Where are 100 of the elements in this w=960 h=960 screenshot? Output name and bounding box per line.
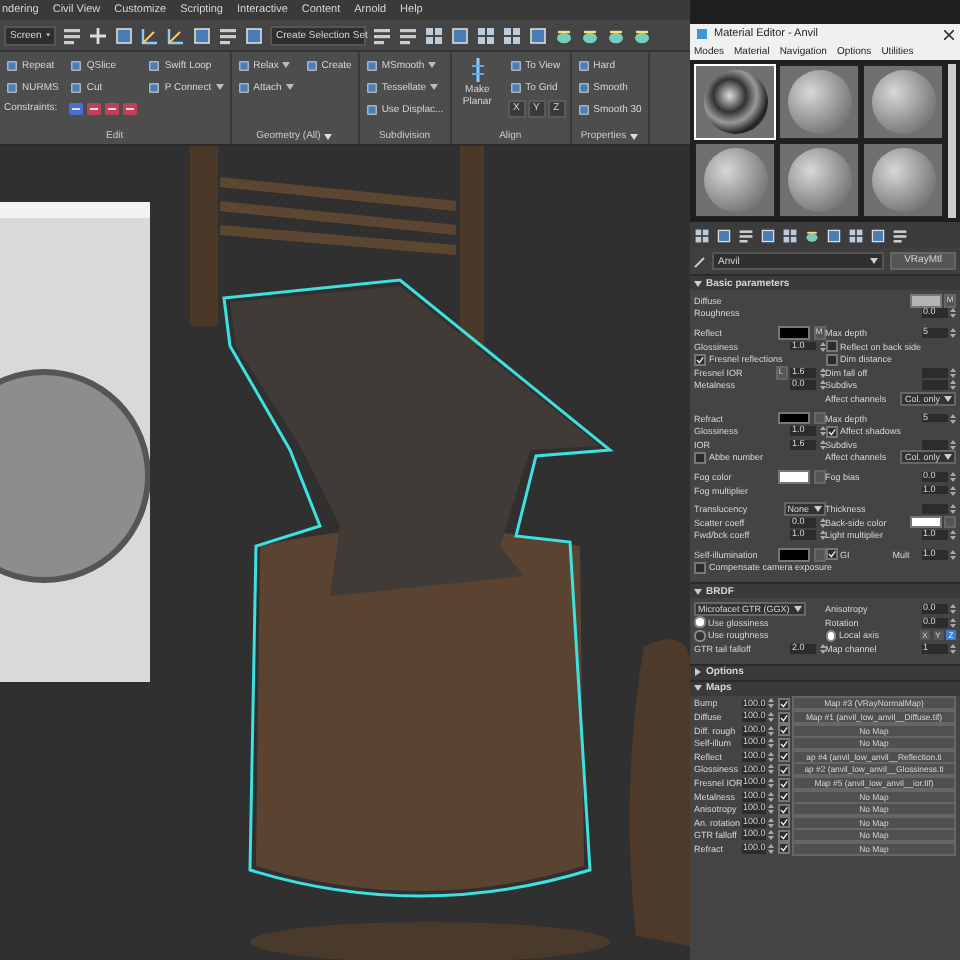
square-icon[interactable] [365,103,378,115]
move-icon[interactable] [88,25,108,45]
checkbox[interactable] [777,697,789,710]
constraint-icon[interactable] [68,102,85,116]
bars-icon[interactable] [62,25,82,45]
square-icon[interactable] [826,227,842,243]
color-swatch[interactable] [778,326,810,340]
bars-icon[interactable] [398,25,418,45]
square-icon[interactable] [148,59,161,71]
square-icon[interactable] [577,81,590,93]
color-swatch[interactable] [778,548,810,562]
checkbox[interactable] [777,750,789,763]
shape-icon[interactable] [632,25,652,45]
radio-button[interactable] [694,630,705,642]
square-icon[interactable] [237,81,250,93]
material-slot[interactable] [778,142,860,218]
square-icon[interactable] [528,25,548,45]
checkbox[interactable] [777,724,789,737]
color-swatch[interactable] [778,470,810,484]
bars-icon[interactable] [218,25,238,45]
checkbox[interactable] [777,829,789,842]
square-icon[interactable] [6,59,18,71]
checkbox[interactable] [694,561,706,574]
color-swatch[interactable] [909,294,941,308]
square-icon[interactable] [244,25,264,45]
square-icon[interactable] [577,103,590,115]
shape-icon[interactable] [554,25,574,45]
constraint-icon[interactable] [104,102,121,116]
square-icon[interactable] [577,59,590,71]
constraint-icon[interactable] [86,102,103,116]
square-icon[interactable] [305,59,318,71]
caret-icon [944,454,952,461]
constraint-icon[interactable] [122,102,139,116]
spinner-arrows-icon [950,643,956,654]
shape-icon[interactable] [804,227,820,243]
app-icon [696,28,708,40]
square-icon[interactable] [6,81,18,93]
number-field[interactable] [921,504,947,514]
checkbox[interactable] [777,711,789,724]
check-icon [827,550,835,559]
checkbox[interactable] [777,777,789,790]
caret-icon [282,62,291,68]
square-icon[interactable] [114,25,134,45]
checkbox[interactable] [777,763,789,776]
shape-icon[interactable] [580,25,600,45]
bars-icon[interactable] [892,227,908,243]
number-field[interactable] [921,439,947,450]
spinner-arrows-icon [768,698,774,709]
square-icon[interactable] [450,25,470,45]
square-icon[interactable] [760,227,776,243]
bars-icon[interactable] [738,227,754,243]
caret-icon [428,62,437,68]
checkbox[interactable] [777,803,789,816]
material-slot[interactable] [778,64,860,140]
checkbox[interactable] [777,816,789,829]
spinner-arrows-icon [950,308,956,319]
spinner-arrows-icon [950,530,956,541]
color-swatch[interactable] [909,515,941,529]
material-slot[interactable] [862,64,944,140]
grid-icon[interactable] [848,227,864,243]
square-icon[interactable] [509,81,522,93]
number-field[interactable] [921,367,947,378]
checkbox[interactable] [777,737,789,750]
square-icon[interactable] [716,227,732,243]
radio-button[interactable] [825,630,836,642]
checkbox[interactable] [694,353,706,366]
square-icon[interactable] [70,59,83,71]
material-slot[interactable] [694,142,776,218]
checkbox[interactable] [777,790,789,803]
checkbox[interactable] [825,353,837,366]
checkbox[interactable] [825,340,837,353]
angle-icon[interactable] [140,25,160,45]
grid-icon[interactable] [694,227,710,243]
checkbox[interactable] [825,425,837,438]
bars-icon[interactable] [372,25,392,45]
checkbox[interactable] [777,842,789,855]
square-icon[interactable] [148,81,161,93]
square-icon[interactable] [192,25,212,45]
square-icon[interactable] [870,227,886,243]
square-icon[interactable] [237,59,250,71]
sphere-preview [787,148,851,212]
spinner-arrows-icon [950,485,956,496]
number-field[interactable] [921,380,947,391]
angle-icon[interactable] [166,25,186,45]
check-icon [827,427,835,436]
square-icon[interactable] [509,59,522,71]
square-icon[interactable] [365,81,378,93]
sphere-preview [871,148,935,212]
color-swatch[interactable] [778,411,810,425]
grid-icon[interactable] [782,227,798,243]
scroll-bar[interactable] [948,64,956,218]
shape-icon[interactable] [606,25,626,45]
material-slot[interactable] [862,142,944,218]
radio-button[interactable] [694,616,705,628]
square-icon[interactable] [70,81,83,93]
grid-icon[interactable] [476,25,496,45]
grid-icon[interactable] [502,25,522,45]
square-icon[interactable] [365,59,378,71]
grid-icon[interactable] [424,25,444,45]
checkbox[interactable] [694,451,706,464]
